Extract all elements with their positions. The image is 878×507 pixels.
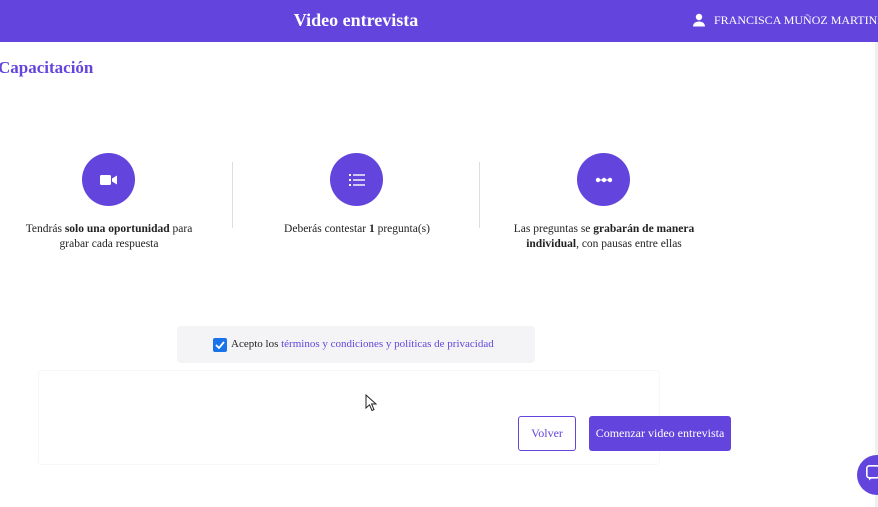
dots-icon (595, 177, 612, 182)
feature-video-badge (82, 153, 135, 206)
divider (232, 162, 233, 228)
privacy-link[interactable]: políticas de privacidad (394, 338, 494, 350)
terms-label: Acepto los términos y condiciones y polí… (231, 338, 494, 350)
video-camera-icon (99, 174, 117, 185)
terms-link[interactable]: términos y condiciones (281, 338, 383, 350)
terms-checkbox[interactable] (213, 338, 227, 352)
check-icon (215, 341, 225, 349)
list-icon (348, 173, 365, 186)
page-title: Capacitación (0, 58, 94, 77)
chat-icon (866, 465, 878, 481)
start-interview-button[interactable]: Comenzar video entrevista (589, 416, 731, 451)
user-icon (693, 13, 705, 27)
feature-pauses-badge (577, 153, 630, 206)
divider (479, 162, 480, 228)
top-bar: Video entrevista FRANCISCA MUÑOZ MARTINE (0, 0, 878, 42)
feature-text-1: Tendrás solo una oportunidad para grabar… (25, 223, 193, 250)
feature-text-3: Las preguntas se grabarán de manera indi… (513, 223, 695, 250)
user-name: FRANCISCA MUÑOZ MARTINE (714, 12, 878, 27)
mouse-cursor-icon (365, 394, 377, 412)
user-menu[interactable]: FRANCISCA MUÑOZ MARTINE (692, 10, 878, 30)
feature-text-2: Deberás contestar 1 pregunta(s) (284, 223, 430, 235)
feature-questions-badge (330, 153, 383, 206)
app-title: Video entrevista (293, 10, 419, 30)
back-button[interactable]: Volver (518, 416, 576, 451)
